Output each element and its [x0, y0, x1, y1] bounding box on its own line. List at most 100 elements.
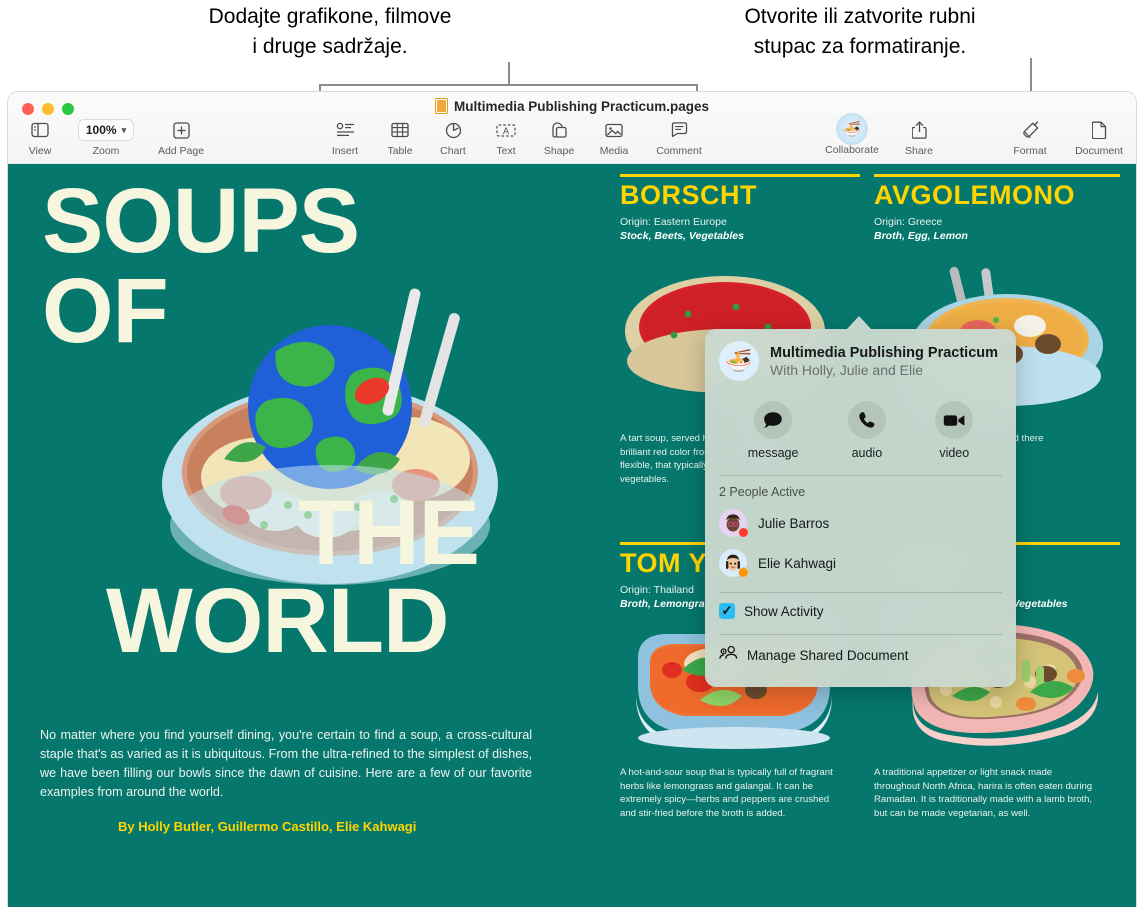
toolbar-collaborate-button[interactable]: 🍜 Collaborate — [814, 116, 890, 156]
media-image-icon — [605, 118, 623, 142]
pages-document-icon — [434, 98, 448, 114]
toolbar-add-page-button[interactable]: Add Page — [143, 118, 219, 157]
callout-right-text: Otvorite ili zatvorite rubni stupac za f… — [744, 5, 976, 58]
toolbar-share-button[interactable]: Share — [881, 118, 957, 157]
popover-header: 🍜 Multimedia Publishing Practicum With H… — [705, 329, 1016, 387]
pages-app-window: Multimedia Publishing Practicum.pages Vi… — [8, 92, 1136, 907]
toolbar-table-label: Table — [387, 145, 413, 157]
video-camera-icon — [935, 401, 974, 439]
document-avatar-icon: 🍜 — [719, 341, 759, 381]
status-dot — [738, 567, 749, 578]
window-titlebar: Multimedia Publishing Practicum.pages Vi… — [8, 92, 1136, 164]
hero-line-4: WORLD — [106, 570, 449, 672]
person-row-julie-barros[interactable]: Julie Barros — [705, 503, 1016, 543]
status-dot — [738, 527, 749, 538]
intro-paragraph: No matter where you find yourself dining… — [40, 728, 532, 799]
recipe-ingredients: Broth, Egg, Lemon — [874, 230, 968, 242]
toolbar-collaborate-label: Collaborate — [825, 144, 879, 156]
people-active-label: 2 People Active — [719, 485, 806, 499]
recipe-rule — [874, 174, 1120, 177]
recipe-description: A hot-and-sour soup that is typically fu… — [620, 767, 833, 819]
person-name: Julie Barros — [758, 515, 830, 531]
checkbox-checked-icon[interactable]: ✓ — [719, 603, 735, 619]
toolbar-document-label: Document — [1075, 145, 1123, 157]
message-bubble-icon — [754, 401, 793, 439]
toolbar-media-label: Media — [599, 145, 629, 157]
manage-people-icon — [719, 645, 738, 665]
add-page-icon — [172, 118, 190, 142]
toolbar-zoom-label: Zoom — [92, 145, 120, 157]
callout-left-bracket — [319, 84, 697, 86]
toolbar-format-button[interactable]: Format — [992, 118, 1068, 157]
insert-icon — [336, 118, 355, 142]
recipe-ingredients: Stock, Beets, Vegetables — [620, 230, 744, 242]
toolbar-chart-label: Chart — [440, 145, 466, 157]
video-action-label: video — [939, 446, 970, 460]
toolbar-zoom-control[interactable]: 100% ▾ Zoom — [68, 118, 144, 157]
document-title-text: Multimedia Publishing Practicum.pages — [453, 98, 710, 114]
toolbar-view-label: View — [28, 145, 52, 157]
screenshot-root: Dodajte grafikone, filmove i druge sadrž… — [0, 0, 1144, 907]
shape-icon — [550, 118, 568, 142]
chart-icon — [445, 118, 462, 142]
hero-line-1: SOUPS — [42, 170, 360, 272]
recipe-description: A traditional appetizer or light snack m… — [874, 767, 1093, 819]
table-icon — [391, 118, 409, 142]
share-icon — [911, 118, 927, 142]
main-toolbar: View 100% ▾ Zoom Add Page Insert Table C… — [8, 116, 1136, 164]
message-action-button[interactable]: message — [747, 401, 799, 460]
toolbar-insert-label: Insert — [331, 145, 359, 157]
toolbar-share-label: Share — [904, 145, 934, 157]
toolbar-document-button[interactable]: Document — [1061, 118, 1136, 157]
manage-shared-document-button[interactable]: Manage Shared Document — [705, 635, 1016, 675]
chevron-down-icon: ▾ — [121, 124, 127, 135]
svg-text:A: A — [503, 126, 509, 136]
popover-title: Multimedia Publishing Practicum — [770, 344, 999, 361]
callout-left-stem — [508, 62, 510, 85]
audio-action-label: audio — [851, 446, 883, 460]
manage-shared-document-label: Manage Shared Document — [747, 647, 909, 663]
comment-icon — [671, 118, 688, 142]
message-action-label: message — [747, 446, 799, 460]
show-activity-label: Show Activity — [744, 603, 824, 619]
toolbar-comment-label: Comment — [656, 145, 702, 157]
hero-line-3: THE — [298, 482, 480, 584]
sidebar-panel-icon — [31, 118, 49, 142]
text-box-icon: A — [496, 118, 516, 142]
toolbar-comment-button[interactable]: Comment — [641, 118, 717, 157]
recipe-card-borscht: BORSCHT Origin: Eastern Europe Stock, Be… — [620, 174, 860, 242]
recipe-rule — [620, 174, 860, 177]
popover-subtitle: With Holly, Julie and Elie — [770, 361, 924, 378]
document-page-left: SOUPS OF THE WORLD No matter where you f… — [8, 164, 604, 907]
toolbar-text-label: Text — [496, 145, 516, 157]
avatar — [719, 509, 749, 538]
format-brush-icon — [1021, 118, 1040, 142]
person-name: Elie Kahwagi — [758, 555, 837, 571]
show-activity-checkbox-row[interactable]: ✓ Show Activity — [705, 593, 1016, 625]
person-row-elie-kahwagi[interactable]: Elie Kahwagi — [705, 543, 1016, 583]
callout-left-text: Dodajte grafikone, filmove i druge sadrž… — [208, 5, 452, 58]
document-canvas[interactable]: SOUPS OF THE WORLD No matter where you f… — [8, 164, 1136, 907]
toolbar-format-label: Format — [1013, 145, 1047, 157]
audio-action-button[interactable]: audio — [847, 401, 886, 460]
video-action-button[interactable]: video — [935, 401, 974, 460]
recipe-title: AVGOLEMONO — [874, 180, 1076, 210]
document-page-icon — [1091, 118, 1107, 142]
recipe-origin: Origin: Eastern Europe — [620, 216, 727, 228]
zoom-percent-dropdown[interactable]: 100% ▾ — [77, 118, 135, 142]
popover-actions: message audio video — [705, 387, 1016, 466]
collaborate-avatar-icon: 🍜 — [839, 116, 865, 142]
document-title-bar: Multimedia Publishing Practicum.pages — [8, 98, 1136, 114]
zoom-value: 100% — [85, 123, 117, 137]
toolbar-shape-label: Shape — [543, 145, 575, 157]
popover-arrow — [846, 316, 872, 330]
recipe-title: BORSCHT — [620, 180, 757, 210]
toolbar-add-page-label: Add Page — [157, 145, 205, 157]
byline: By Holly Butler, Guillermo Castillo, Eli… — [118, 819, 417, 834]
collaborate-popover[interactable]: 🍜 Multimedia Publishing Practicum With H… — [705, 329, 1016, 687]
phone-icon — [847, 401, 886, 439]
avatar — [719, 549, 749, 578]
recipe-origin: Origin: Greece — [874, 216, 943, 228]
hero-line-2: OF — [42, 260, 169, 362]
recipe-card-avgolemono: AVGOLEMONO Origin: Greece Broth, Egg, Le… — [874, 174, 1120, 242]
